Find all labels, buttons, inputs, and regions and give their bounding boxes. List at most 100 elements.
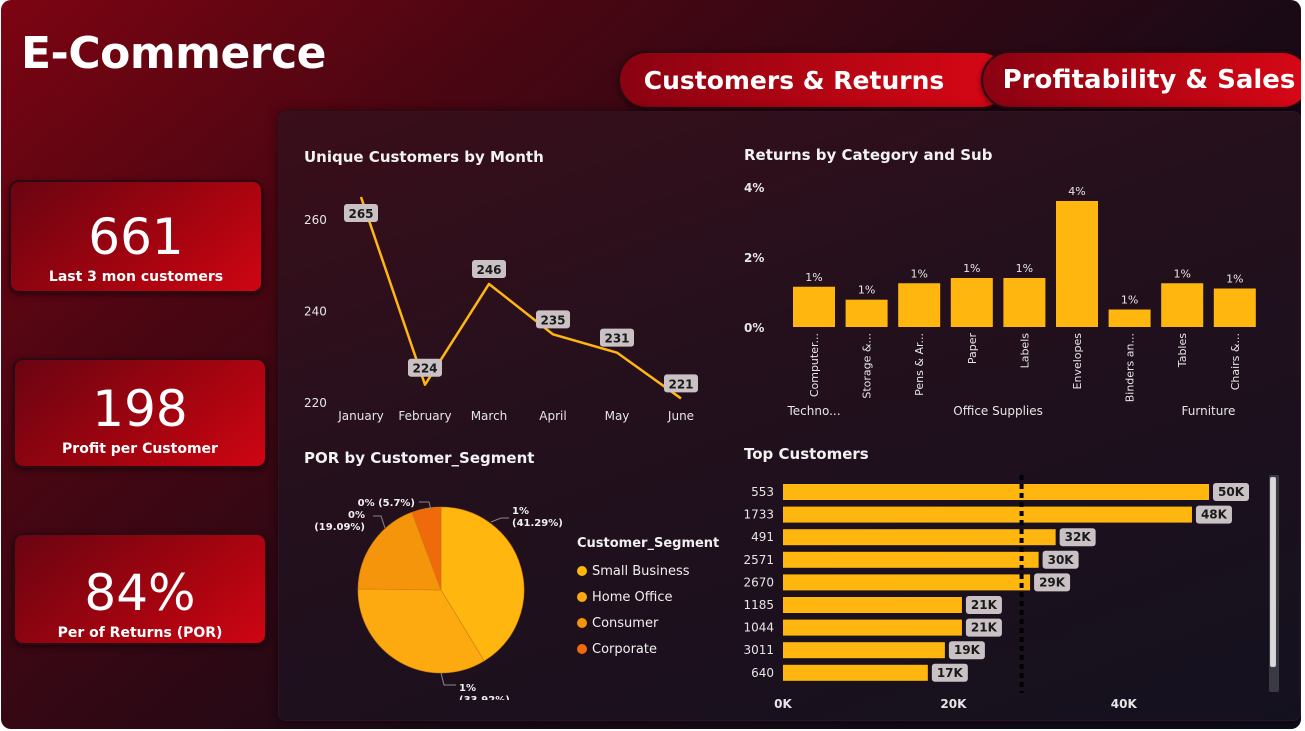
legend-label: Small Business — [592, 563, 690, 579]
kpi-label: Per of Returns (POR) — [57, 625, 223, 641]
data-label: 0% (19.09%) — [314, 510, 365, 533]
bar — [783, 574, 1031, 591]
data-label: 1% (41.29%) — [512, 506, 563, 529]
legend-item[interactable]: Consumer — [577, 610, 719, 636]
data-label: 1% — [910, 267, 927, 280]
legend-title: Customer_Segment — [577, 536, 720, 551]
legend-dot-icon — [577, 618, 587, 628]
bar — [1161, 283, 1204, 327]
x-tick-label: Labels — [1018, 333, 1031, 369]
legend-dot-icon — [577, 592, 587, 602]
data-label: 0% (5.7%) — [358, 498, 415, 509]
dashboard-frame: E-Commerce Customers & Returns Profitabi… — [1, 0, 1301, 729]
x-tick-label: May — [605, 409, 630, 423]
y-tick-label: 260 — [304, 213, 327, 227]
data-label: 1% — [963, 262, 980, 275]
pie-chart-title: POR by Customer_Segment — [304, 449, 535, 467]
kpi-card-customers: 661 Last 3 mon customers — [9, 180, 263, 293]
unique-customers-line-chart[interactable]: 260 240 220 January February March April May Jun… — [296, 175, 716, 430]
bar — [950, 278, 993, 327]
legend-item[interactable]: Home Office — [577, 584, 719, 610]
x-tick-label: April — [539, 409, 566, 423]
leader-line — [440, 672, 456, 686]
x-tick-label: Tables — [1176, 333, 1189, 368]
y-tick-label: 491 — [751, 530, 774, 544]
data-label: 224 — [412, 362, 437, 376]
leader-line — [373, 515, 386, 529]
data-label: 4% — [1068, 185, 1085, 198]
bar — [1003, 278, 1046, 327]
x-tick-label: Pens & Ar... — [913, 333, 926, 396]
y-tick-label: 2% — [744, 251, 764, 265]
x-tick-label: February — [398, 409, 451, 423]
x-tick-label: Chairs &... — [1229, 333, 1242, 390]
page-title: E-Commerce — [21, 28, 327, 79]
nav-profitability-sales-button[interactable]: Profitability & Sales — [981, 51, 1301, 109]
data-label: 1% — [805, 271, 822, 284]
bar — [783, 506, 1192, 523]
bar — [783, 529, 1056, 546]
scrollbar-thumb[interactable] — [1270, 477, 1276, 667]
bar — [783, 664, 928, 681]
por-pie-chart[interactable]: 1%(41.29%) 1%(33.92%) 0%(19.09%)0% (5.7%) — [301, 480, 581, 700]
group-label: Techno... — [786, 404, 840, 418]
data-label: 17K — [937, 666, 964, 680]
bar — [845, 299, 888, 327]
data-label: 19K — [954, 643, 981, 657]
y-tick-label: 0% — [744, 321, 764, 335]
y-tick-label: 1733 — [743, 508, 774, 522]
y-tick-label: 640 — [751, 666, 774, 680]
x-tick-label: Paper — [966, 333, 979, 365]
data-label: 235 — [540, 313, 565, 327]
returns-bar-chart[interactable]: 4% 2% 0% 1% Computer... 1% Storage &... 1% Pens … — [736, 170, 1276, 425]
legend-label: Home Office — [592, 589, 673, 605]
data-label: 30K — [1048, 553, 1075, 567]
kpi-label: Profit per Customer — [62, 441, 218, 457]
bar — [783, 484, 1209, 500]
data-label: 1% — [858, 284, 875, 297]
hbar-chart-title: Top Customers — [744, 445, 869, 463]
nav-customers-returns-button[interactable]: Customers & Returns — [618, 51, 1010, 109]
bar — [898, 283, 941, 327]
x-tick-label: 40K — [1111, 697, 1138, 711]
kpi-value: 84% — [84, 564, 196, 622]
legend-item[interactable]: Small Business — [577, 558, 719, 584]
kpi-label: Last 3 mon customers — [48, 269, 224, 285]
data-label: 1%(33.92%) — [459, 683, 510, 700]
x-tick-label: Binders an... — [1124, 333, 1137, 402]
bar — [783, 642, 945, 659]
x-tick-label: Computer... — [808, 333, 821, 397]
y-tick-label: 4% — [744, 181, 764, 195]
y-tick-label: 220 — [304, 396, 327, 410]
x-tick-label: Envelopes — [1071, 333, 1084, 390]
top-customers-bar-chart[interactable]: 553 50K 1733 48K 491 32K 2571 30K 2670 29K 1185 21K… — [736, 475, 1266, 720]
data-label: 21K — [971, 621, 998, 635]
group-label: Office Supplies — [953, 404, 1043, 418]
y-tick-label: 2571 — [743, 553, 774, 567]
data-label: 32K — [1065, 530, 1092, 544]
data-label: 21K — [971, 598, 998, 612]
bar — [793, 286, 835, 327]
y-tick-label: 2670 — [743, 575, 774, 589]
x-tick-label: March — [471, 409, 508, 423]
legend-item[interactable]: Corporate — [577, 636, 719, 662]
data-label: 246 — [476, 263, 501, 277]
data-label: 265 — [348, 207, 373, 221]
y-tick-label: 3011 — [743, 643, 774, 657]
x-tick-label: 0K — [774, 697, 792, 711]
line-chart-title: Unique Customers by Month — [304, 148, 544, 166]
top-customers-scrollbar[interactable] — [1269, 475, 1279, 692]
data-label: 50K — [1218, 485, 1245, 499]
legend-dot-icon — [577, 644, 587, 654]
group-label: Furniture — [1182, 404, 1236, 418]
y-tick-label: 1185 — [743, 598, 774, 612]
data-label: 29K — [1039, 575, 1066, 589]
bar — [1056, 201, 1098, 327]
x-tick-label: January — [337, 409, 384, 423]
bar — [1108, 309, 1151, 327]
data-label: 1% — [1016, 262, 1033, 275]
bar — [783, 619, 962, 636]
kpi-card-returns: 84% Per of Returns (POR) — [13, 533, 267, 645]
x-tick-label: 20K — [940, 697, 967, 711]
data-label: 231 — [604, 332, 629, 346]
